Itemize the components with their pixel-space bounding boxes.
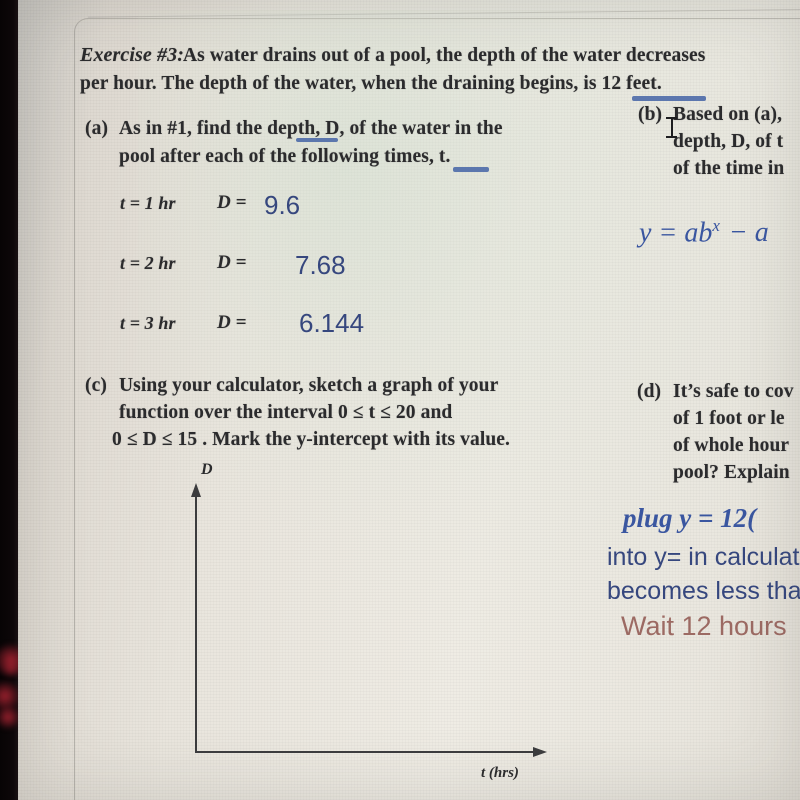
exercise-label: Exercise #3:: [80, 44, 184, 66]
annotation-formula-tail: − a: [728, 217, 769, 249]
row-3-time: t = 3 hr: [120, 313, 176, 333]
part-d-line-4: pool? Explain: [673, 462, 790, 483]
part-d-line-2: of 1 foot or le: [673, 408, 785, 429]
row-3-answer: 6.144: [299, 308, 365, 338]
part-c-marker: (c): [85, 375, 107, 396]
annotation-note-line-2: into y= in calculat: [607, 543, 800, 571]
row-3-d-label: D =: [217, 312, 247, 333]
stem-line-2: per hour. The depth of the water, when t…: [80, 73, 662, 94]
annotation-formula: y = abx − a: [639, 216, 769, 249]
part-d-line-1: It’s safe to cov: [673, 381, 794, 402]
part-c-line-1: Using your calculator, sketch a graph of…: [119, 375, 499, 396]
photo-of-worksheet: Exercise #3: As water drains out of a po…: [0, 0, 800, 800]
stem-line-1: As water drains out of a pool, the depth…: [183, 45, 706, 66]
row-2-answer: 7.68: [295, 250, 346, 280]
graph-x-axis-label: t (hrs): [481, 765, 519, 781]
underline-t: [453, 167, 489, 172]
row-1-d-label: D =: [217, 192, 247, 213]
worksheet-page: Exercise #3: As water drains out of a po…: [18, 0, 800, 800]
x-axis-arrowhead: [533, 747, 547, 757]
part-b-line-1: Based on (a),: [673, 104, 783, 125]
annotation-formula-exponent: x: [712, 216, 720, 235]
underline-D: [296, 138, 338, 142]
part-a-marker: (a): [85, 118, 109, 139]
page-border-top-line: [87, 0, 800, 18]
part-c-line-3: 0 ≤ D ≤ 15 . Mark the y-intercept with i…: [112, 429, 511, 450]
annotation-note-line-3: becomes less tha: [607, 577, 800, 605]
annotation-note-line-1: plug y = 12(: [623, 503, 757, 533]
graph-y-axis-label: D: [201, 461, 213, 478]
annotation-final-answer: Wait 12 hours: [621, 611, 787, 641]
row-1-time: t = 1 hr: [120, 193, 176, 213]
part-b-line-2: depth, D, of t: [673, 131, 784, 152]
part-a-line-2: pool after each of the following times, …: [119, 146, 451, 167]
row-2-d-label: D =: [217, 252, 247, 273]
part-d-line-3: of whole hour: [673, 435, 790, 456]
y-axis-line: [195, 495, 197, 752]
part-c-line-2: function over the interval 0 ≤ t ≤ 20 an…: [119, 402, 453, 423]
underline-12-feet: [632, 96, 706, 101]
x-axis-line: [195, 751, 535, 753]
row-2-time: t = 2 hr: [120, 253, 176, 273]
annotation-formula-base: y = ab: [639, 217, 713, 249]
row-1-answer: 9.6: [264, 190, 301, 220]
part-d-marker: (d): [637, 381, 662, 402]
part-b-marker: (b): [638, 104, 663, 125]
part-a-line-1: As in #1, find the depth, D, of the wate…: [119, 118, 503, 139]
part-b-line-3: of the time in: [673, 158, 785, 179]
